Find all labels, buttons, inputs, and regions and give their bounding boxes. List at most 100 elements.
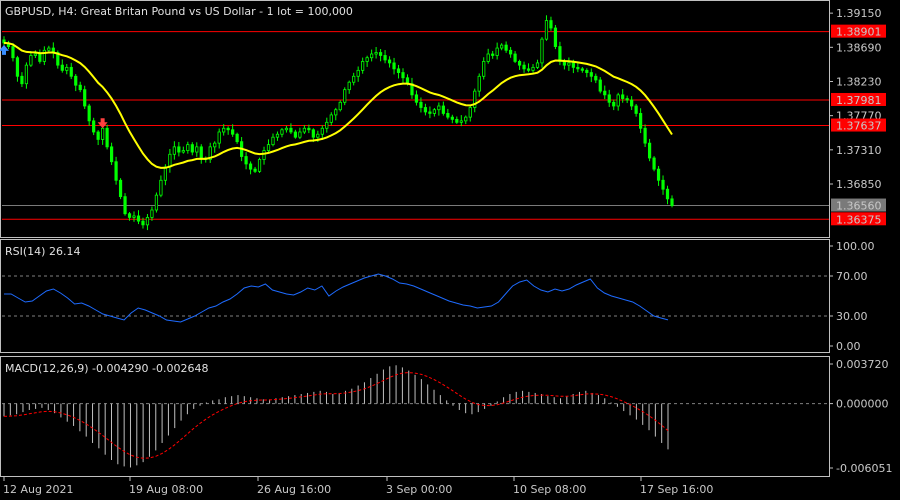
candle-body (643, 127, 647, 144)
rsi-axis-label: 30.00 (836, 310, 868, 323)
candle-body (612, 101, 616, 107)
candle-body (446, 113, 450, 118)
candle-body (311, 129, 315, 138)
candle-body (603, 90, 607, 96)
candle-body (598, 79, 602, 92)
level-price-label: 1.38901 (836, 26, 882, 39)
candle-body (284, 127, 289, 131)
rsi-panel-border (0, 239, 830, 353)
candle-body (567, 62, 571, 66)
candle-body (226, 127, 230, 131)
macd-title: MACD(12,26,9) -0.004290 -0.002648 (5, 362, 208, 375)
candle-body (47, 47, 51, 51)
candle-body (437, 105, 441, 111)
candle-body (665, 188, 670, 200)
main-panel-title: GBPUSD, H4: Great Britan Pound vs US Dol… (5, 5, 353, 18)
candle-body (24, 64, 29, 85)
time-axis-label: 17 Sep 16:00 (640, 483, 713, 496)
moving-average-line (3, 41, 673, 169)
candle-body (356, 69, 360, 77)
rsi-title: RSI(14) 26.14 (5, 245, 80, 258)
candle-body (186, 144, 190, 151)
time-axis-label: 10 Sep 08:00 (513, 483, 586, 496)
candle-body (378, 52, 383, 56)
candle-body (289, 127, 293, 133)
macd-axis-label: 0.000000 (836, 398, 889, 411)
candle-body (585, 69, 589, 73)
candle-body (338, 101, 342, 111)
candle-body (136, 215, 141, 222)
level-price-label: 1.36375 (836, 213, 882, 226)
candle-body (544, 20, 549, 40)
candle-body (127, 213, 132, 218)
candle-body (74, 75, 78, 86)
current-price-label: 1.36560 (836, 200, 882, 213)
candle-body (87, 105, 91, 122)
candle-body (419, 101, 423, 108)
candle-body (190, 144, 194, 153)
candle-body (455, 118, 459, 123)
candle-body (217, 131, 221, 144)
candle-body (96, 131, 100, 140)
time-axis-label: 12 Aug 2021 (3, 483, 73, 496)
candle-body (486, 53, 490, 62)
candle-body (235, 133, 239, 143)
time-axis-label: 3 Sep 00:00 (386, 483, 452, 496)
chart-canvas: 1.391501.386901.382301.377701.373101.368… (0, 0, 892, 496)
rsi-plot (2, 273, 829, 323)
candle-body (60, 64, 64, 71)
candle-body (616, 94, 620, 107)
candle-body (491, 53, 495, 56)
candle-body (307, 127, 311, 131)
candle-body (123, 196, 127, 215)
price-axis-label: 1.36850 (836, 178, 882, 191)
candle-body (78, 84, 82, 91)
candle-body (647, 142, 652, 159)
rsi-axis-label: 70.00 (836, 270, 868, 283)
candle-body (163, 166, 167, 181)
candle-body (141, 220, 145, 226)
candle-body (159, 179, 163, 196)
candle-body (535, 62, 540, 68)
candle-body (33, 53, 37, 56)
candle-body (302, 127, 306, 133)
candle-body (280, 129, 284, 135)
price-axis-label: 1.39150 (836, 7, 882, 20)
level-price-label: 1.37981 (836, 94, 882, 107)
candle-body (396, 68, 401, 73)
candle-body (656, 168, 661, 181)
candle-body (266, 144, 271, 151)
candle-body (580, 68, 584, 71)
candle-body (513, 53, 517, 62)
candle-body (145, 217, 150, 226)
candle-body (352, 75, 356, 83)
candle-body (105, 127, 109, 148)
candle-body (334, 109, 338, 116)
candle-body (630, 99, 634, 107)
candle-body (69, 66, 73, 77)
price-axis-label: 1.37310 (836, 144, 882, 157)
candle-body (15, 57, 20, 77)
candle-body (257, 159, 262, 172)
candle-body (293, 131, 298, 138)
candle-body (20, 75, 24, 85)
candle-body (607, 94, 611, 103)
candle-body (477, 75, 481, 92)
candle-body (517, 61, 522, 66)
candle-body (132, 215, 136, 218)
candle-body (92, 120, 96, 133)
time-axis-label: 26 Aug 16:00 (257, 483, 331, 496)
candle-body (661, 179, 665, 190)
candle-body (65, 66, 69, 71)
candle-body (387, 59, 392, 64)
candle-body (392, 62, 396, 70)
candle-body (325, 121, 329, 129)
candle-body (589, 72, 593, 77)
candle-body (571, 62, 575, 68)
sell-arrow-icon (97, 118, 108, 129)
candle-body (248, 163, 253, 170)
candle-body (625, 98, 629, 101)
rsi-axis-label: 0.00 (836, 340, 861, 353)
candle-body (450, 116, 454, 120)
trading-chart[interactable]: 1.39150 1.38690 1.38230 1.37770 1.37310 1.368… (0, 0, 900, 500)
